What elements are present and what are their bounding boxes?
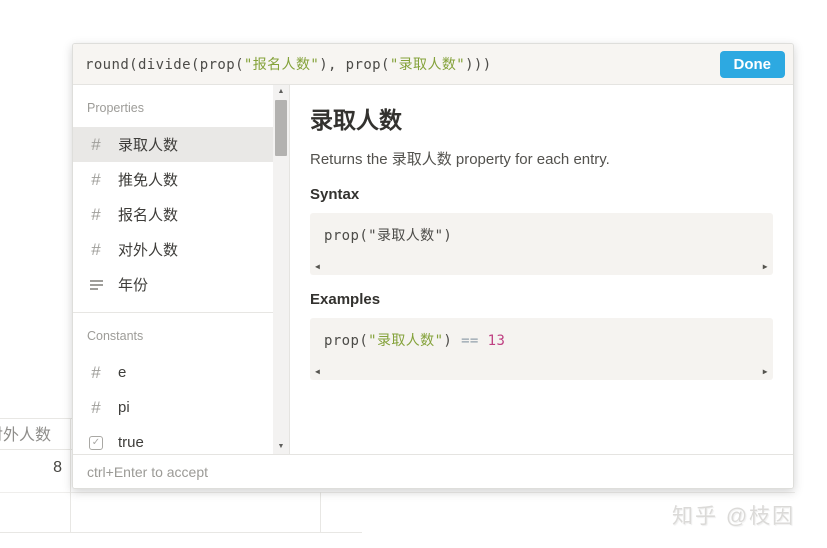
example-code: prop("录取人数") == 13 — [324, 333, 506, 349]
text-icon — [87, 278, 105, 292]
scroll-left-icon[interactable]: ◀ — [315, 262, 320, 271]
formula-bar: round(divide(prop("报名人数"), prop("录取人数"))… — [73, 44, 793, 85]
scroll-right-icon[interactable]: ▶ — [763, 262, 768, 271]
formula-input[interactable]: round(divide(prop("报名人数"), prop("录取人数"))… — [85, 54, 720, 74]
popup-footer: ctrl+Enter to accept — [73, 454, 793, 488]
table-cell-value[interactable]: 8 — [0, 459, 62, 477]
table-border — [0, 532, 362, 533]
formula-editor-popup: round(divide(prop("报名人数"), prop("录取人数"))… — [72, 43, 794, 489]
table-border — [320, 492, 321, 532]
examples-horizontal-scrollbar[interactable]: ◀ ▶ — [310, 363, 773, 380]
section-header-properties: Properties — [87, 101, 144, 115]
scroll-up-icon[interactable]: ▲ — [273, 85, 289, 99]
sidebar-item-baoming-renshu[interactable]: # 报名人数 — [73, 197, 289, 232]
sidebar-scrollbar[interactable]: ▲ ▼ — [273, 85, 289, 454]
table-border — [0, 449, 72, 450]
screen: 对外人数 8 知乎 @枝因 round(divide(prop("报名人数"),… — [0, 0, 827, 548]
sidebar-item-pi[interactable]: # pi — [73, 390, 289, 425]
watermark: 知乎 @枝因 — [672, 505, 796, 528]
sidebar-item-true[interactable]: ✓ true — [73, 425, 289, 454]
hash-icon: # — [91, 362, 101, 382]
hash-icon: # — [91, 134, 101, 154]
scroll-down-icon[interactable]: ▼ — [273, 440, 289, 454]
property-description: Returns the 录取人数 property for each entry… — [310, 151, 610, 168]
sidebar-item-label: 对外人数 — [118, 242, 179, 259]
sidebar-item-label: 年份 — [118, 277, 149, 294]
sidebar-item-label: true — [118, 434, 144, 451]
sidebar-item-duiwai-renshu[interactable]: # 对外人数 — [73, 232, 289, 267]
examples-heading: Examples — [310, 291, 381, 308]
hash-icon: # — [91, 239, 101, 259]
property-title: 录取人数 — [310, 107, 402, 133]
scroll-left-icon[interactable]: ◀ — [315, 367, 320, 376]
sidebar-divider — [73, 312, 289, 313]
examples-code-block: prop("录取人数") == 13 ◀ ▶ — [310, 318, 773, 380]
syntax-heading: Syntax — [310, 186, 360, 203]
sidebar-item-label: e — [118, 364, 127, 381]
checkbox-icon: ✓ — [87, 435, 105, 450]
table-border — [0, 418, 72, 419]
sidebar-item-e[interactable]: # e — [73, 355, 289, 390]
sidebar-item-luqu-renshu[interactable]: # 录取人数 — [73, 127, 289, 162]
syntax-code: prop("录取人数") — [324, 228, 453, 244]
sidebar-item-label: pi — [118, 399, 130, 416]
sidebar-item-nianfen[interactable]: 年份 — [73, 267, 289, 302]
table-column-header: 对外人数 — [0, 427, 52, 444]
sidebar-item-label: 报名人数 — [118, 207, 179, 224]
hash-icon: # — [91, 169, 101, 189]
table-border — [70, 418, 71, 532]
syntax-code-block: prop("录取人数") ◀ ▶ — [310, 213, 773, 275]
section-header-constants: Constants — [87, 329, 144, 343]
hash-icon: # — [91, 204, 101, 224]
popup-body: Properties # 录取人数 # 推免人数 # 报名人数 # 对外人数 年… — [73, 85, 793, 454]
done-button[interactable]: Done — [719, 50, 785, 78]
scroll-right-icon[interactable]: ▶ — [763, 367, 768, 376]
sidebar-item-label: 推免人数 — [118, 172, 179, 189]
detail-panel: 录取人数 Returns the 录取人数 property for each … — [290, 85, 793, 454]
table-border — [0, 492, 795, 493]
syntax-horizontal-scrollbar[interactable]: ◀ ▶ — [310, 258, 773, 275]
keyboard-hint: ctrl+Enter to accept — [87, 463, 209, 480]
sidebar: Properties # 录取人数 # 推免人数 # 报名人数 # 对外人数 年… — [73, 85, 290, 454]
hash-icon: # — [91, 397, 101, 417]
scrollbar-thumb[interactable] — [275, 100, 287, 156]
sidebar-item-label: 录取人数 — [118, 137, 179, 154]
sidebar-item-tuimian-renshu[interactable]: # 推免人数 — [73, 162, 289, 197]
